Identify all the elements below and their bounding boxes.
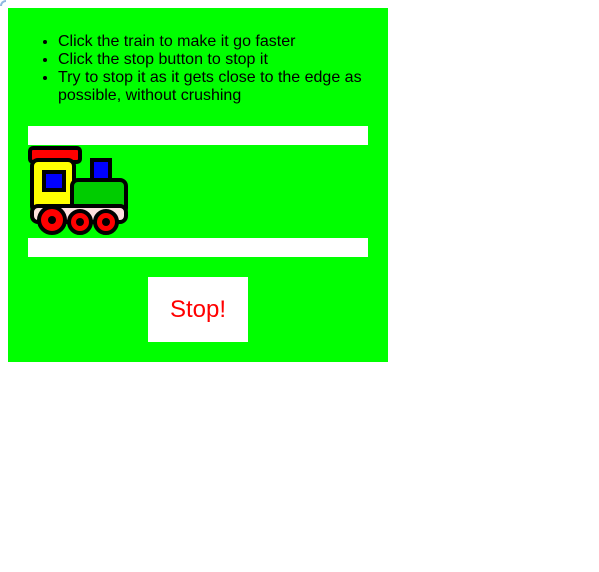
instruction-item: Click the stop button to stop it [58,51,388,69]
game-panel: Click the train to make it go faster Cli… [8,8,388,362]
instruction-item: Click the train to make it go faster [58,33,388,51]
train-icon [28,146,128,235]
stop-button[interactable]: Stop! [148,277,248,342]
top-rail [28,126,368,145]
train[interactable] [28,146,128,238]
instructions-list: Click the train to make it go faster Cli… [38,33,388,105]
bottom-rail [28,238,368,257]
instruction-item: Try to stop it as it gets close to the e… [58,69,388,105]
window-corner [0,0,6,6]
